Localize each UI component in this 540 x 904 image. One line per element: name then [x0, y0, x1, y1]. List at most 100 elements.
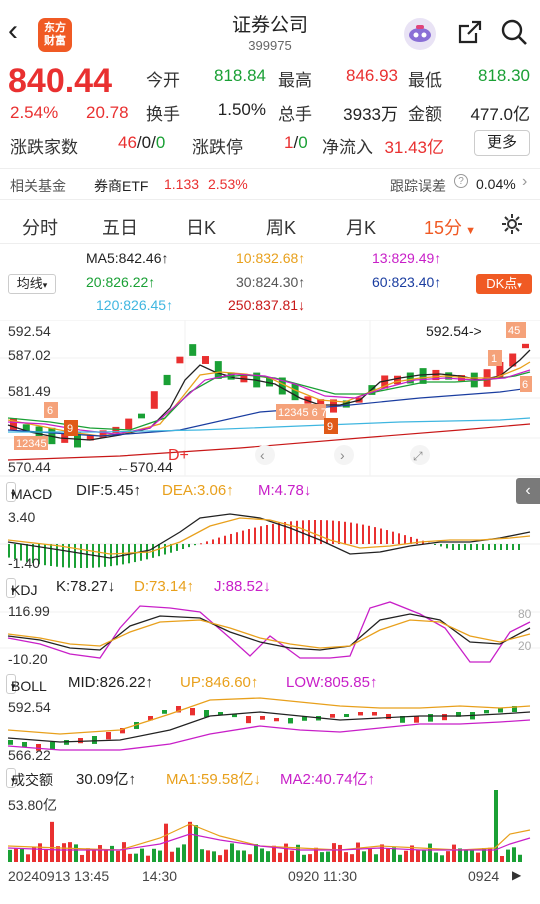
- tab-intraday[interactable]: 分时: [22, 214, 58, 240]
- svg-text:12345 6 7: 12345 6 7: [278, 407, 327, 419]
- volume-bar: [452, 844, 456, 862]
- volume-bar: [80, 854, 84, 862]
- macd-bar: [176, 544, 178, 551]
- boll-mid: MID:826.22↑: [68, 674, 154, 691]
- macd-bar: [218, 537, 220, 544]
- collapse-panel-button[interactable]: ‹: [516, 478, 540, 504]
- tab-15min[interactable]: 15分 ▼: [424, 214, 476, 240]
- candle: [189, 344, 197, 356]
- boll-candle: [260, 716, 265, 720]
- boll-candle: [484, 710, 489, 714]
- volume-bar: [38, 843, 42, 862]
- boll-y-bottom: 566.22: [8, 747, 51, 763]
- volume-bar: [92, 850, 96, 862]
- macd-bar: [476, 544, 478, 550]
- breadth-value: 46/0/0: [118, 133, 166, 152]
- volume-bar: [260, 848, 264, 862]
- volume-bar: [8, 849, 12, 862]
- kdj-selector[interactable]: KDJ ▾: [6, 578, 37, 598]
- macd-bar: [344, 521, 346, 544]
- boll-candle: [442, 714, 447, 721]
- volume-bar: [200, 849, 204, 862]
- boll-y-top: 592.54: [8, 699, 51, 715]
- boll-candle: [274, 718, 279, 722]
- breadth-label: 涨跌家数: [10, 138, 78, 157]
- chevron-right-icon[interactable]: ›: [522, 173, 527, 191]
- macd-bar: [260, 526, 262, 544]
- amount-value: 477.0亿: [470, 105, 530, 124]
- boll-candle: [78, 738, 83, 744]
- assistant-avatar-icon[interactable]: [404, 18, 436, 50]
- ma-selector[interactable]: 均线▾: [8, 274, 56, 294]
- share-icon[interactable]: [456, 18, 484, 51]
- macd-selector[interactable]: MACD ▾: [6, 482, 52, 502]
- macd-bar: [326, 520, 328, 544]
- volume-bar: [494, 790, 498, 862]
- tab-monthly-k[interactable]: 月K: [346, 214, 376, 240]
- svg-text:6: 6: [47, 405, 53, 417]
- volume-bar: [194, 825, 198, 862]
- macd-bar: [470, 544, 472, 550]
- play-icon[interactable]: ▶: [512, 868, 521, 882]
- help-icon[interactable]: ?: [454, 174, 468, 188]
- macd-bar: [398, 533, 400, 544]
- settings-icon[interactable]: [500, 212, 524, 241]
- volume-bar: [146, 855, 150, 862]
- ma60-line: [7, 387, 531, 437]
- macd-bar: [482, 544, 484, 550]
- svg-text:9: 9: [67, 423, 73, 435]
- volume-bar: [380, 844, 384, 862]
- fund-price: 1.133: [164, 176, 200, 192]
- candle: [202, 356, 209, 364]
- candle: [125, 418, 133, 430]
- volume-bar: [350, 854, 354, 862]
- y-axis-bottom: 570.44: [8, 459, 51, 475]
- low-label: 最低: [408, 71, 442, 90]
- ma120-line: [8, 417, 531, 433]
- volume-bar: [272, 845, 276, 862]
- volume-selector[interactable]: 成交额 ▾: [6, 768, 53, 788]
- volume-bar: [206, 850, 210, 862]
- boll-candle: [414, 716, 419, 723]
- macd-bar: [206, 541, 208, 544]
- d-plus-button[interactable]: D+: [168, 447, 189, 464]
- candle: [176, 356, 184, 364]
- dk-point-button[interactable]: DK点▾: [476, 274, 532, 294]
- volume-bar: [74, 844, 78, 862]
- tab-daily-k[interactable]: 日K: [186, 214, 216, 240]
- volume-bar: [26, 854, 30, 862]
- time-label: 0920 11:30: [288, 868, 358, 884]
- candle: [291, 383, 299, 401]
- volume-bar: [308, 854, 312, 862]
- tab-weekly-k[interactable]: 周K: [266, 214, 296, 240]
- volume-bar: [290, 850, 294, 862]
- macd-bar: [164, 544, 166, 555]
- more-button[interactable]: 更多: [474, 130, 530, 156]
- boll-candle: [190, 708, 195, 716]
- boll-selector[interactable]: BOLL ▾: [6, 674, 47, 694]
- kline-chart[interactable]: 592.54 587.02 581.49 570.44 ←570.44 592.…: [0, 320, 540, 478]
- boll-candle: [372, 712, 377, 716]
- macd-bar: [116, 544, 118, 566]
- pan-left-button[interactable]: [255, 445, 275, 465]
- macd-y-top: 3.40: [8, 509, 35, 525]
- volume-bar: [512, 847, 516, 862]
- volume-bar: [374, 854, 378, 862]
- macd-bar: [200, 543, 202, 545]
- volume-bar: [152, 848, 156, 862]
- volume-bar: [284, 843, 288, 862]
- volume-bar: [506, 849, 510, 862]
- volume-bar: [188, 821, 192, 862]
- search-icon[interactable]: [500, 18, 528, 51]
- related-fund-bar[interactable]: 相关基金 券商ETF 1.133 2.53% 跟踪误差 ? 0.04% ›: [0, 168, 540, 200]
- fund-name[interactable]: 券商ETF: [94, 176, 148, 196]
- macd-bar: [464, 544, 466, 550]
- volume-bar: [428, 843, 432, 862]
- boll-candle: [386, 714, 391, 720]
- time-label: 14:30: [142, 868, 178, 884]
- kdj-chart: 116.99 -10.20 80 20: [0, 601, 540, 667]
- volume-bar: [404, 850, 408, 862]
- tab-five-day[interactable]: 五日: [102, 214, 138, 240]
- volume-bar: [386, 848, 390, 862]
- limit-label: 涨跌停: [192, 138, 243, 157]
